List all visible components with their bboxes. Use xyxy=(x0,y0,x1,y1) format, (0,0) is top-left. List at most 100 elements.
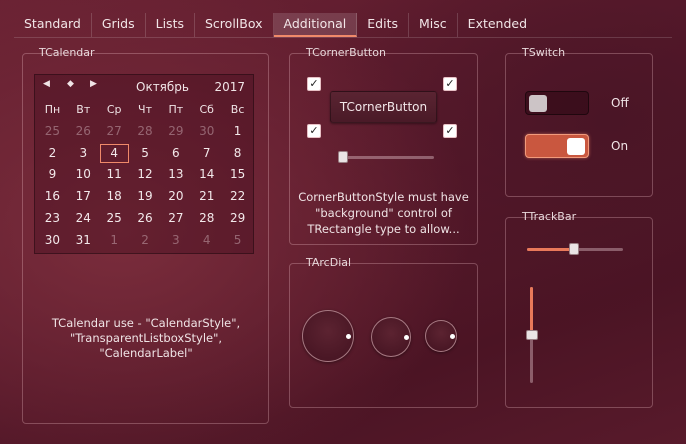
calendar-day[interactable]: 10 xyxy=(68,164,99,186)
corner-checkbox-bottom-right[interactable]: ✓ xyxy=(443,124,457,138)
calendar-day[interactable]: 8 xyxy=(222,143,253,165)
cornerbutton-note-line2: "background" control of xyxy=(315,206,452,220)
calendar-day[interactable]: 2 xyxy=(130,230,161,252)
calendar-weekday: Вт xyxy=(76,103,91,116)
calendar-day[interactable]: 27 xyxy=(99,121,130,143)
switch-group: TSwitch xyxy=(505,46,653,197)
calendar-day[interactable]: 5 xyxy=(130,143,161,165)
calendar-day[interactable]: 24 xyxy=(68,208,99,230)
cornerbutton-note-line3: TRectangle type to allow... xyxy=(307,222,460,236)
calendar-day[interactable]: 30 xyxy=(37,230,68,252)
tab-grids[interactable]: Grids xyxy=(92,13,146,37)
prev-month-icon[interactable]: ◀ xyxy=(43,79,50,89)
calendar-note: TCalendar use - "CalendarStyle", "Transp… xyxy=(27,316,265,361)
calendar-day[interactable]: 12 xyxy=(130,164,161,186)
calendar-day[interactable]: 17 xyxy=(68,186,99,208)
calendar-day[interactable]: 1 xyxy=(222,121,253,143)
horizontal-trackbar-thumb[interactable] xyxy=(569,243,579,255)
calendar-day[interactable]: 18 xyxy=(99,186,130,208)
calendar-day[interactable]: 4 xyxy=(99,143,130,165)
calendar-day[interactable]: 19 xyxy=(130,186,161,208)
vertical-trackbar-fill xyxy=(530,287,533,335)
calendar-week-row: 2345678 xyxy=(37,143,253,165)
calendar-week-row: 23 24 25 26 27 28 29 xyxy=(37,208,253,230)
calendar-week-row: 30 31 1 2 3 4 5 xyxy=(37,230,253,252)
switch-off[interactable] xyxy=(525,91,589,115)
switch-on-label: On xyxy=(611,139,629,153)
calendar-day[interactable]: 26 xyxy=(68,121,99,143)
tab-misc[interactable]: Misc xyxy=(409,13,458,37)
switch-knob xyxy=(567,138,585,155)
calendar-day[interactable]: 29 xyxy=(222,208,253,230)
tab-additional[interactable]: Additional xyxy=(273,13,358,37)
calendar-day[interactable]: 16 xyxy=(37,186,68,208)
calendar-weekday: Пт xyxy=(168,103,184,116)
calendar-day[interactable]: 6 xyxy=(160,143,191,165)
calendar-day[interactable]: 25 xyxy=(99,208,130,230)
calendar-day[interactable]: 5 xyxy=(222,230,253,252)
tab-lists[interactable]: Lists xyxy=(146,13,195,37)
arc-dial-small[interactable] xyxy=(425,320,457,352)
calendar-day[interactable]: 1 xyxy=(99,230,130,252)
calendar-day[interactable]: 22 xyxy=(222,186,253,208)
calendar-day[interactable]: 25 xyxy=(37,121,68,143)
calendar-day[interactable]: 2 xyxy=(37,143,68,165)
calendar-day[interactable]: 26 xyxy=(130,208,161,230)
calendar-header: ◀ ◆ ▶ Октябрь 2017 xyxy=(35,75,253,99)
calendar-day[interactable]: 11 xyxy=(99,164,130,186)
calendar-day[interactable]: 21 xyxy=(191,186,222,208)
corner-checkbox-top-left[interactable]: ✓ xyxy=(307,77,321,91)
calendar-day[interactable]: 14 xyxy=(191,164,222,186)
corner-slider-thumb[interactable] xyxy=(338,151,348,163)
dial-indicator xyxy=(346,334,351,339)
calendar-week-row: 16 17 18 19 20 21 22 xyxy=(37,186,253,208)
tab-divider xyxy=(14,37,672,38)
calendar-day[interactable]: 9 xyxy=(37,164,68,186)
calendar-day[interactable]: 28 xyxy=(130,121,161,143)
calendar-note-line1: TCalendar use - "CalendarStyle", xyxy=(51,316,241,330)
vertical-trackbar-thumb[interactable] xyxy=(526,330,538,340)
calendar-day[interactable]: 3 xyxy=(68,143,99,165)
calendar-day[interactable]: 13 xyxy=(160,164,191,186)
calendar-day[interactable]: 3 xyxy=(160,230,191,252)
next-month-icon[interactable]: ▶ xyxy=(90,79,97,89)
calendar-day[interactable]: 15 xyxy=(222,164,253,186)
calendar-week-row: 9 10 11 12 13 14 15 xyxy=(37,164,253,186)
tab-bar: Standard Grids Lists ScrollBox Additiona… xyxy=(14,13,537,37)
corner-checkbox-bottom-left[interactable]: ✓ xyxy=(307,124,321,138)
calendar-day[interactable]: 28 xyxy=(191,208,222,230)
switch-knob xyxy=(529,95,547,112)
calendar-day[interactable]: 7 xyxy=(191,143,222,165)
tab-standard[interactable]: Standard xyxy=(14,13,92,37)
corner-checkbox-top-right[interactable]: ✓ xyxy=(443,77,457,91)
calendar-week-row: 25 26 27 28 29 30 1 xyxy=(37,121,253,143)
cornerbutton-note-line1: CornerButtonStyle must have xyxy=(298,190,469,204)
tab-scrollbox[interactable]: ScrollBox xyxy=(195,13,274,37)
corner-button[interactable]: TCornerButton xyxy=(330,91,437,123)
calendar-weekday: Пн xyxy=(44,103,61,116)
today-icon[interactable]: ◆ xyxy=(67,79,74,89)
calendar-day[interactable]: 31 xyxy=(68,230,99,252)
calendar-month: Октябрь xyxy=(136,80,189,94)
cornerbutton-note: CornerButtonStyle must have "background"… xyxy=(295,189,472,237)
calendar-day[interactable]: 20 xyxy=(160,186,191,208)
calendar-day[interactable]: 29 xyxy=(160,121,191,143)
arc-dial-large[interactable] xyxy=(302,310,354,362)
calendar-day[interactable]: 30 xyxy=(191,121,222,143)
switch-group-title: TSwitch xyxy=(522,46,566,59)
calendar-year: 2017 xyxy=(214,80,245,94)
corner-slider-track[interactable] xyxy=(340,156,434,159)
dial-indicator xyxy=(450,334,455,339)
arc-dial-medium[interactable] xyxy=(371,317,411,357)
arcdial-group-title: TArcDial xyxy=(306,256,352,269)
switch-off-label: Off xyxy=(611,96,629,110)
tab-extended[interactable]: Extended xyxy=(458,13,537,37)
tab-edits[interactable]: Edits xyxy=(357,13,410,37)
calendar-day[interactable]: 23 xyxy=(37,208,68,230)
switch-on[interactable] xyxy=(525,134,589,158)
cornerbutton-group-title: TCornerButton xyxy=(306,46,386,59)
calendar-day[interactable]: 27 xyxy=(160,208,191,230)
dial-indicator xyxy=(404,335,409,340)
calendar-day[interactable]: 4 xyxy=(191,230,222,252)
calendar-weekday: Чт xyxy=(138,103,152,116)
